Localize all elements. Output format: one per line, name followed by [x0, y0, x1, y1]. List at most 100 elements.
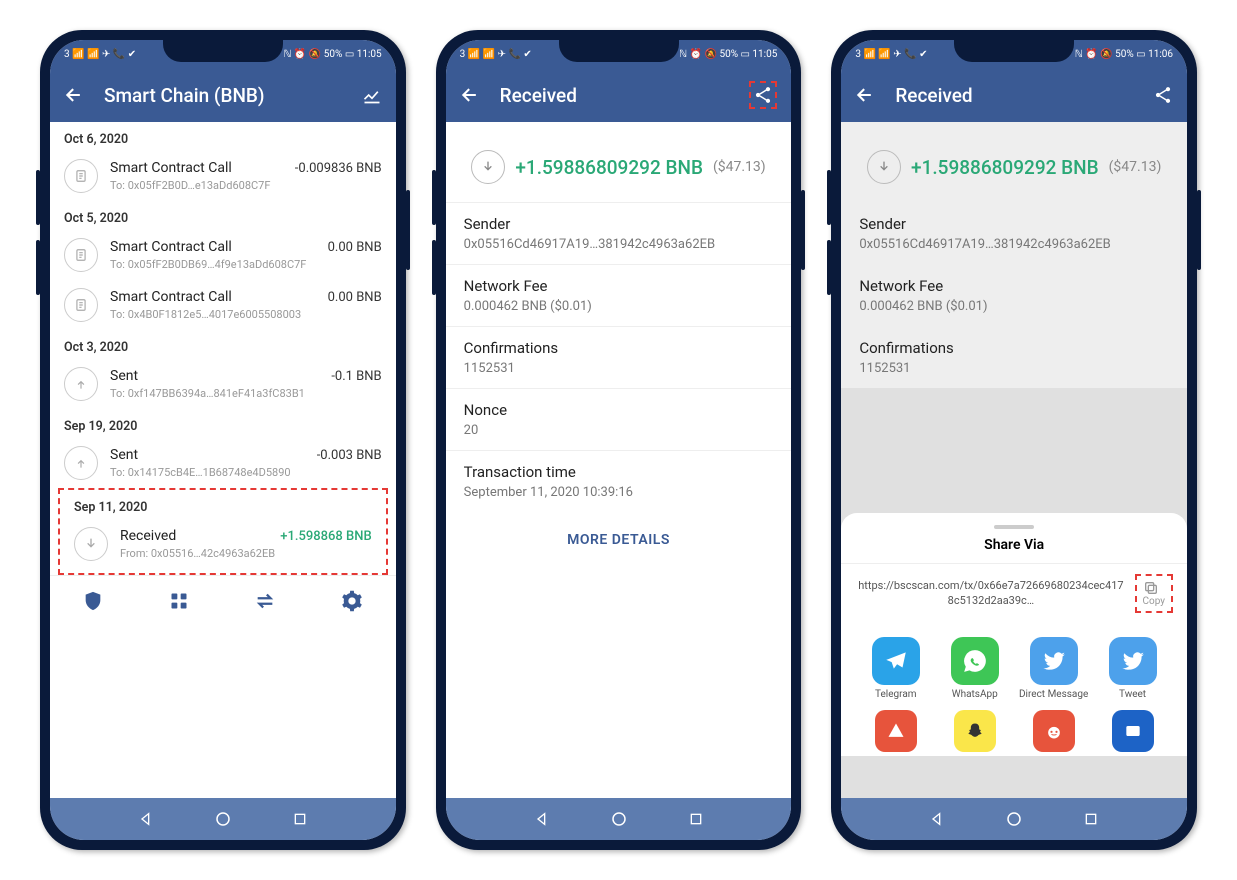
page-title: Received [500, 84, 730, 107]
section-date: Oct 3, 2020 [50, 330, 396, 359]
more-details-button[interactable]: MORE DETAILS [446, 512, 792, 568]
amount-display: +1.59886809292 BNB ($47.13) [446, 122, 792, 202]
tx-row[interactable]: Sent -0.1 BNB To: 0xf147BB6394a…841eF41a… [50, 359, 396, 409]
nav-recent-icon[interactable] [1083, 811, 1099, 827]
tab-settings-icon[interactable] [341, 590, 363, 612]
tx-amount: 0.00 BNB [328, 240, 382, 255]
copy-button-highlight[interactable]: Copy [1135, 574, 1174, 613]
amount-usd: ($47.13) [1109, 159, 1162, 175]
share-button-highlight[interactable] [749, 81, 777, 109]
app-label: Tweet [1119, 689, 1146, 700]
nav-back-icon[interactable] [929, 811, 945, 827]
whatsapp-icon [951, 637, 999, 685]
app-icon [875, 710, 917, 752]
tab-swap-icon[interactable] [254, 590, 276, 612]
detail-label: Sender [859, 215, 1169, 233]
nav-recent-icon[interactable] [688, 811, 704, 827]
tab-grid-icon[interactable] [169, 591, 189, 611]
back-icon[interactable] [64, 85, 84, 105]
tx-row[interactable]: Sent -0.003 BNB To: 0x14175cB4E…1B68748e… [50, 438, 396, 488]
amount-value: +1.59886809292 BNB [515, 156, 703, 179]
nav-back-icon[interactable] [138, 811, 154, 827]
tx-amount: +1.598868 BNB [280, 529, 371, 544]
detail-row: Nonce 20 [446, 388, 792, 450]
app-icon [1112, 710, 1154, 752]
tx-row[interactable]: Smart Contract Call 0.00 BNB To: 0x4B0F1… [50, 280, 396, 330]
detail-value: 1152531 [859, 361, 1169, 376]
page-title: Received [895, 84, 1133, 107]
share-app-item[interactable] [859, 710, 932, 752]
tx-row[interactable]: Smart Contract Call -0.009836 BNB To: 0x… [50, 151, 396, 201]
detail-label: Transaction time [464, 463, 774, 481]
share-app-item[interactable]: Tweet [1096, 637, 1169, 700]
tx-row[interactable]: Smart Contract Call 0.00 BNB To: 0x05fF2… [50, 230, 396, 280]
nav-recent-icon[interactable] [292, 811, 308, 827]
chart-icon[interactable] [362, 85, 382, 105]
share-app-item[interactable]: WhatsApp [938, 637, 1011, 700]
received-tx-highlight[interactable]: Sep 11, 2020 Received +1.598868 BNB From… [58, 488, 388, 575]
app-header: Received [446, 68, 792, 122]
tx-title: Sent [110, 368, 138, 384]
snapchat-icon [954, 710, 996, 752]
twitter-icon [1109, 637, 1157, 685]
tx-sub: To: 0x14175cB4E…1B68748e4D5890 [110, 466, 382, 479]
app-header: Received [841, 68, 1187, 122]
sheet-handle[interactable] [994, 525, 1034, 529]
detail-label: Nonce [464, 401, 774, 419]
app-label: WhatsApp [952, 689, 998, 700]
back-icon[interactable] [460, 85, 480, 105]
received-icon [867, 150, 901, 184]
contract-icon [64, 159, 98, 193]
telegram-icon [872, 637, 920, 685]
amount-value: +1.59886809292 BNB [911, 156, 1099, 179]
nav-home-icon[interactable] [1005, 810, 1023, 828]
detail-value: September 11, 2020 10:39:16 [464, 485, 774, 500]
phone-2: 3 📶 📶 ✈ 📞 ✔ ℕ ⏰ 🔕 50% ▭ 11:05 Received +… [436, 30, 802, 850]
detail-row: Confirmations 1152531 [841, 326, 1187, 388]
reddit-icon [1033, 710, 1075, 752]
tx-detail: +1.59886809292 BNB ($47.13) Sender 0x055… [446, 122, 792, 798]
section-date: Oct 5, 2020 [50, 201, 396, 230]
section-date: Sep 11, 2020 [60, 490, 386, 519]
detail-row: Transaction time September 11, 2020 10:3… [446, 450, 792, 512]
detail-row: Network Fee 0.000462 BNB ($0.01) [446, 264, 792, 326]
back-icon[interactable] [855, 85, 875, 105]
section-date: Oct 6, 2020 [50, 122, 396, 151]
tx-sub: To: 0x05fF2B0D…e13aDd608C7F [110, 179, 382, 192]
tx-detail-dimmed: +1.59886809292 BNB ($47.13) Sender 0x055… [841, 122, 1187, 798]
nav-home-icon[interactable] [610, 810, 628, 828]
share-sheet: Share Via https://bscscan.com/tx/0x66e7a… [841, 513, 1187, 756]
share-app-item[interactable] [1096, 710, 1169, 752]
share-url-row: https://bscscan.com/tx/0x66e7a7266968023… [841, 563, 1187, 623]
android-nav-bar [841, 798, 1187, 840]
share-app-item[interactable] [938, 710, 1011, 752]
received-icon [471, 150, 505, 184]
tx-row-received: Received +1.598868 BNB From: 0x05516…42c… [60, 519, 386, 569]
copy-label: Copy [1143, 596, 1166, 607]
nav-home-icon[interactable] [214, 810, 232, 828]
detail-row: Sender 0x05516Cd46917A19…381942c4963a62E… [841, 202, 1187, 264]
tx-sub: From: 0x05516…42c4963a62EB [120, 547, 372, 560]
detail-value: 0.000462 BNB ($0.01) [859, 299, 1169, 314]
detail-label: Network Fee [859, 277, 1169, 295]
tx-sub: To: 0xf147BB6394a…841eF41a3fC83B1 [110, 387, 382, 400]
tx-amount: -0.009836 BNB [295, 161, 382, 176]
detail-row: Confirmations 1152531 [446, 326, 792, 388]
detail-label: Confirmations [859, 339, 1169, 357]
detail-label: Confirmations [464, 339, 774, 357]
nav-back-icon[interactable] [534, 811, 550, 827]
tx-amount: -0.003 BNB [317, 448, 382, 463]
share-app-item[interactable] [1017, 710, 1090, 752]
tx-title: Smart Contract Call [110, 160, 232, 176]
detail-label: Network Fee [464, 277, 774, 295]
detail-row: Network Fee 0.000462 BNB ($0.01) [841, 264, 1187, 326]
amount-usd: ($47.13) [713, 159, 766, 175]
tab-shield-icon[interactable] [82, 590, 104, 612]
tx-title: Smart Contract Call [110, 289, 232, 305]
share-icon[interactable] [1153, 85, 1173, 105]
tx-list[interactable]: Oct 6, 2020 Smart Contract Call -0.00983… [50, 122, 396, 798]
tx-title: Smart Contract Call [110, 239, 232, 255]
share-app-item[interactable]: Direct Message [1017, 637, 1090, 700]
share-app-item[interactable]: Telegram [859, 637, 932, 700]
app-label: Telegram [875, 689, 917, 700]
